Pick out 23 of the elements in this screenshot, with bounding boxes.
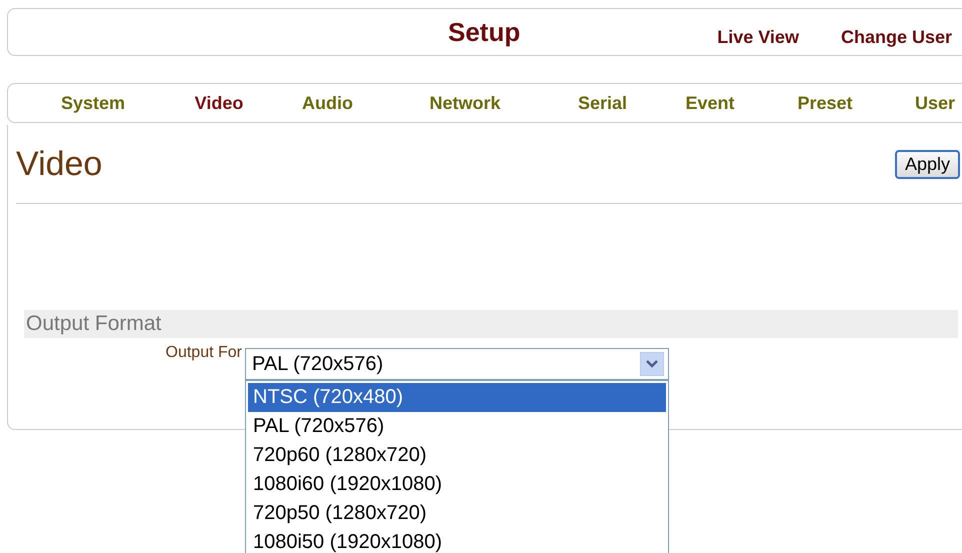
page-heading: Setup <box>448 17 520 48</box>
tab[interactable]: Network <box>385 92 545 114</box>
tab[interactable]: Audio <box>270 92 385 114</box>
dropdown-option[interactable]: 1080i50 (1920x1080) <box>248 528 666 553</box>
field-label: Output For <box>164 344 242 362</box>
section-title: Output Format <box>24 310 958 338</box>
caret-icon <box>640 352 664 376</box>
header-link[interactable]: Change User <box>840 26 952 48</box>
dropdown-option[interactable]: 720p50 (1280x720) <box>248 499 666 528</box>
tab[interactable]: Serial <box>545 92 660 114</box>
tab[interactable]: Preset <box>760 92 890 114</box>
dropdown-option[interactable]: 1080i60 (1920x1080) <box>248 470 666 499</box>
dropdown-option[interactable]: NTSC (720x480) <box>248 383 666 412</box>
page-title: Video <box>16 144 102 184</box>
apply-button[interactable]: Apply <box>894 150 960 178</box>
dropdown-option[interactable]: 720p60 (1280x720) <box>248 441 666 470</box>
tab[interactable]: Video <box>168 92 270 114</box>
format-dropdown[interactable]: PAL (720x576) <box>245 348 669 380</box>
tab[interactable]: Event <box>660 92 760 114</box>
dropdown-option[interactable]: PAL (720x576) <box>248 412 666 441</box>
tab[interactable]: User <box>890 92 962 114</box>
tab[interactable]: System <box>18 92 168 114</box>
header-link[interactable]: Live View <box>717 26 799 48</box>
